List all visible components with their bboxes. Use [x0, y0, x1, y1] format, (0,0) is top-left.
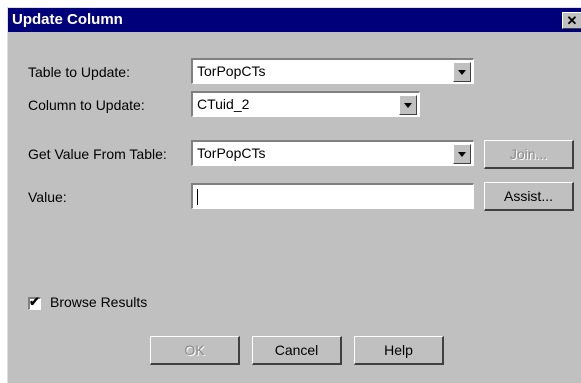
- table-to-update-dropdown-button[interactable]: [453, 62, 471, 82]
- browse-results-checkbox[interactable]: ✔: [28, 294, 41, 310]
- chevron-down-icon: [458, 152, 466, 157]
- title-bar[interactable]: Update Column ✕: [8, 8, 581, 32]
- cancel-button[interactable]: Cancel: [252, 336, 342, 365]
- browse-results-label: Browse Results: [50, 294, 148, 310]
- help-button[interactable]: Help: [354, 336, 444, 365]
- cancel-button-label: Cancel: [274, 342, 319, 358]
- table-to-update-select[interactable]: TorPopCTs: [191, 58, 474, 84]
- help-button-label: Help: [384, 342, 413, 358]
- close-button[interactable]: ✕: [562, 12, 581, 29]
- get-value-from-table-label: Get Value From Table:: [28, 146, 167, 162]
- checkmark-icon: ✔: [29, 294, 40, 309]
- assist-button[interactable]: Assist...: [484, 182, 574, 211]
- assist-button-label: Assist...: [503, 188, 553, 204]
- text-caret: [197, 189, 198, 205]
- join-button[interactable]: Join...: [484, 140, 574, 169]
- chevron-down-icon: [404, 103, 412, 108]
- column-to-update-dropdown-button[interactable]: [399, 95, 417, 115]
- get-value-from-table-value: TorPopCTs: [197, 145, 266, 161]
- close-icon: ✕: [566, 13, 578, 28]
- table-to-update-value: TorPopCTs: [197, 63, 266, 79]
- table-to-update-label: Table to Update:: [28, 64, 130, 80]
- get-value-from-table-dropdown-button[interactable]: [453, 144, 471, 164]
- join-button-label: Join...: [509, 146, 548, 162]
- ok-button[interactable]: OK: [150, 336, 240, 365]
- get-value-from-table-select[interactable]: TorPopCTs: [191, 140, 474, 166]
- value-label: Value:: [28, 189, 67, 205]
- column-to-update-select[interactable]: CTuid_2: [191, 91, 420, 117]
- update-column-dialog: Update Column ✕ Table to Update: TorPopC…: [7, 7, 581, 383]
- dialog-title: Update Column: [12, 11, 123, 28]
- chevron-down-icon: [458, 70, 466, 75]
- column-to-update-label: Column to Update:: [28, 97, 145, 113]
- ok-button-label: OK: [184, 342, 205, 358]
- value-input[interactable]: [191, 183, 474, 209]
- column-to-update-value: CTuid_2: [197, 96, 250, 112]
